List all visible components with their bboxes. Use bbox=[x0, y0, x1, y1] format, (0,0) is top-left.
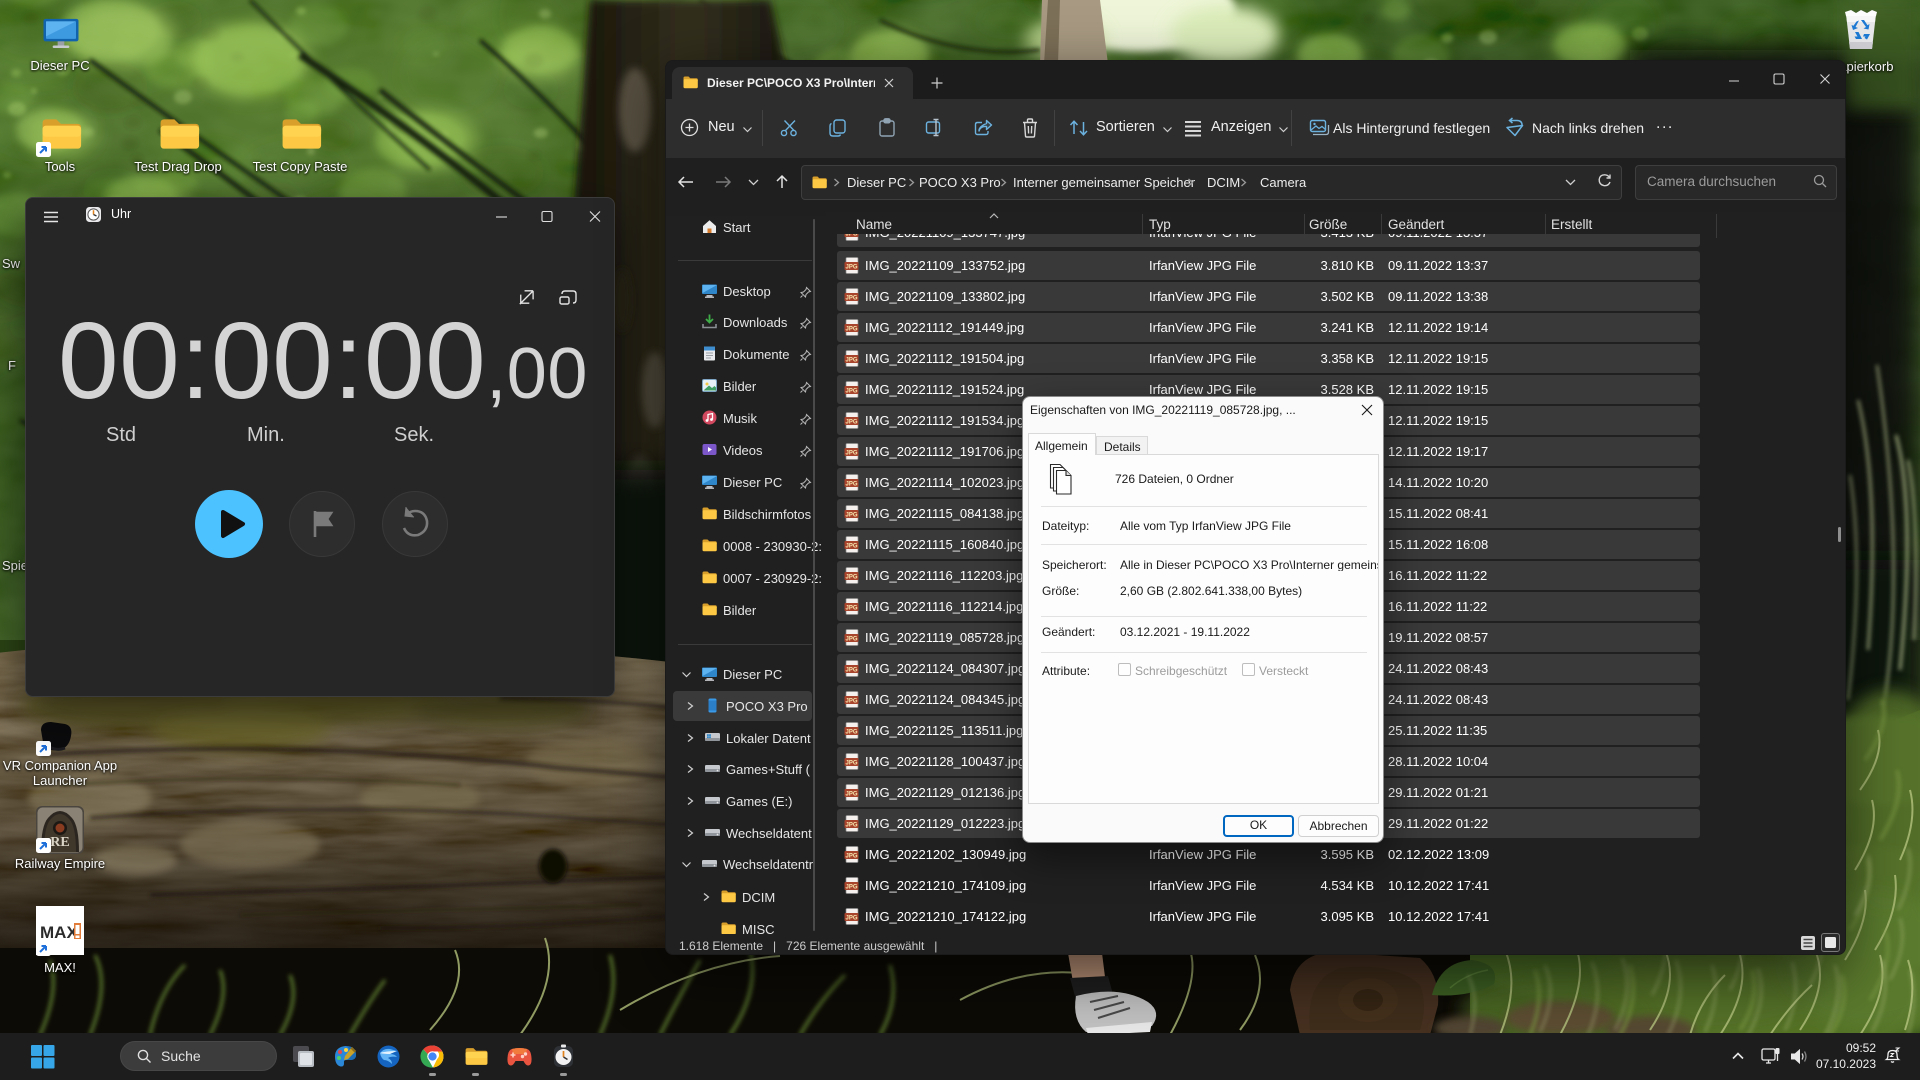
svg-text:JPG: JPG bbox=[845, 574, 857, 580]
svg-text:JPG: JPG bbox=[845, 884, 857, 890]
svg-text:JPG: JPG bbox=[845, 791, 857, 797]
svg-text:JPG: JPG bbox=[845, 419, 857, 425]
svg-text:JPG: JPG bbox=[845, 512, 857, 518]
svg-text:JPG: JPG bbox=[845, 264, 857, 270]
svg-text:JPG: JPG bbox=[845, 357, 857, 363]
svg-text:JPG: JPG bbox=[845, 295, 857, 301]
svg-text:JPG: JPG bbox=[845, 667, 857, 673]
svg-text:RE: RE bbox=[50, 835, 69, 850]
svg-text:JPG: JPG bbox=[845, 481, 857, 487]
svg-text:JPG: JPG bbox=[845, 822, 857, 828]
svg-text:JPG: JPG bbox=[845, 729, 857, 735]
svg-text:MAX: MAX bbox=[40, 923, 78, 942]
svg-text:JPG: JPG bbox=[845, 760, 857, 766]
svg-text:JPG: JPG bbox=[845, 450, 857, 456]
svg-text:JPG: JPG bbox=[845, 543, 857, 549]
svg-text:JPG: JPG bbox=[845, 698, 857, 704]
svg-text:JPG: JPG bbox=[845, 388, 857, 394]
svg-text:JPG: JPG bbox=[845, 636, 857, 642]
svg-text:JPG: JPG bbox=[845, 915, 857, 921]
svg-text:JPG: JPG bbox=[845, 853, 857, 859]
svg-text:JPG: JPG bbox=[845, 605, 857, 611]
svg-text:JPG: JPG bbox=[845, 326, 857, 332]
